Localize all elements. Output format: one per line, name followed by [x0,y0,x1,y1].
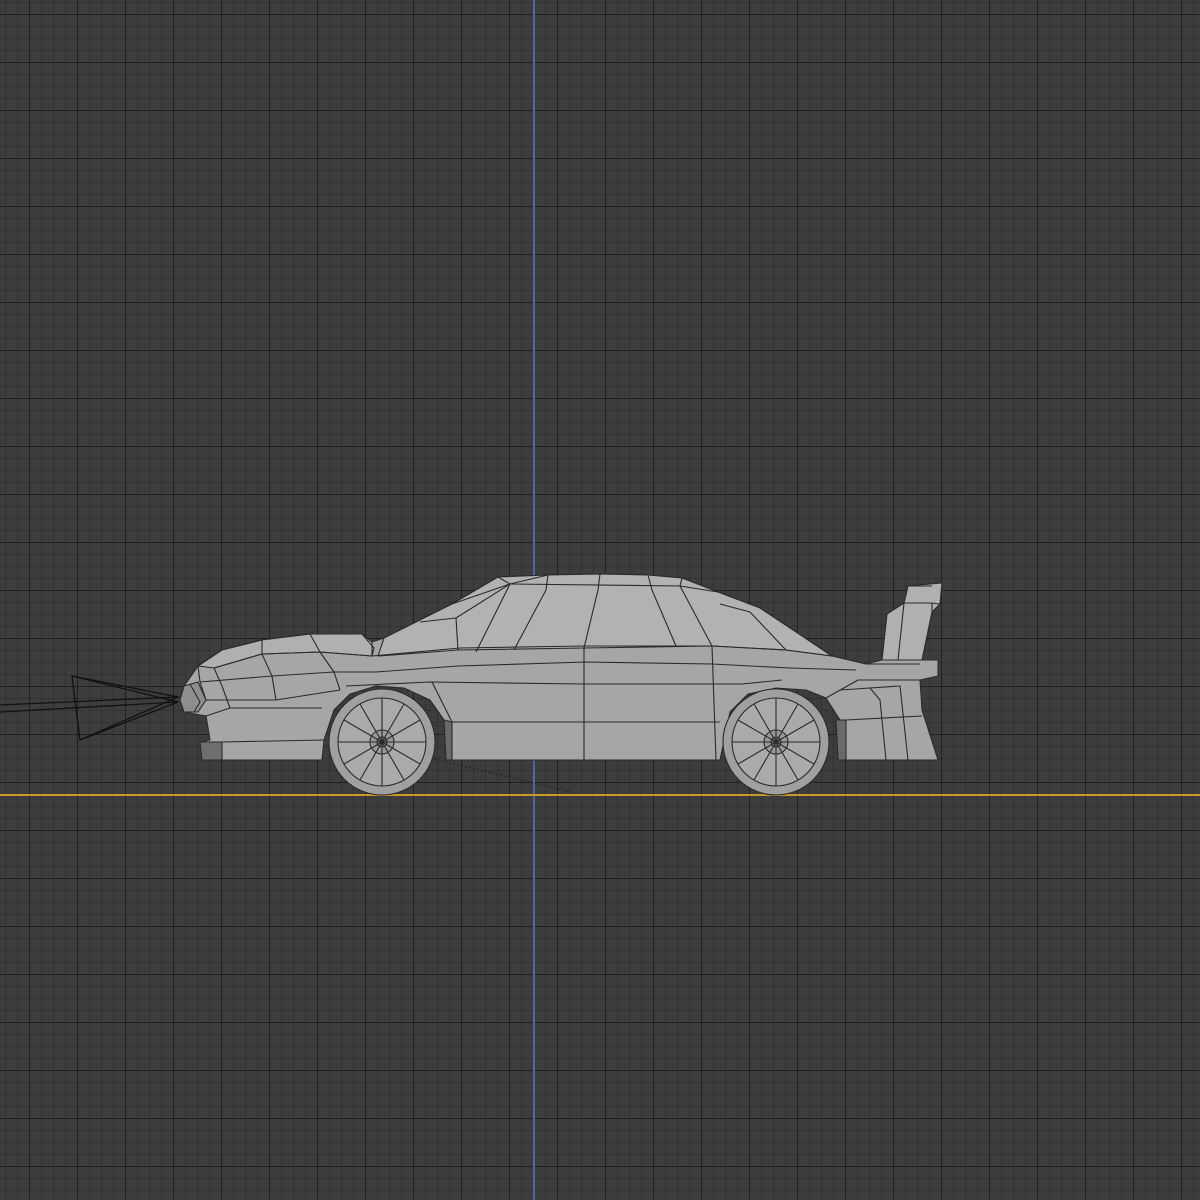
rear-wheel[interactable] [722,688,830,796]
scene-canvas [0,573,943,796]
camera-object[interactable] [0,675,181,741]
front-arch-shadow [443,719,453,761]
roof-panel [377,573,833,657]
front-wheel[interactable] [328,688,436,796]
3d-viewport[interactable] [0,0,1200,1200]
rear-wing-upright [881,582,943,661]
rear-arch-shadow [835,719,847,761]
front-bumper-shadow [199,741,223,761]
shadow-line [429,757,576,794]
